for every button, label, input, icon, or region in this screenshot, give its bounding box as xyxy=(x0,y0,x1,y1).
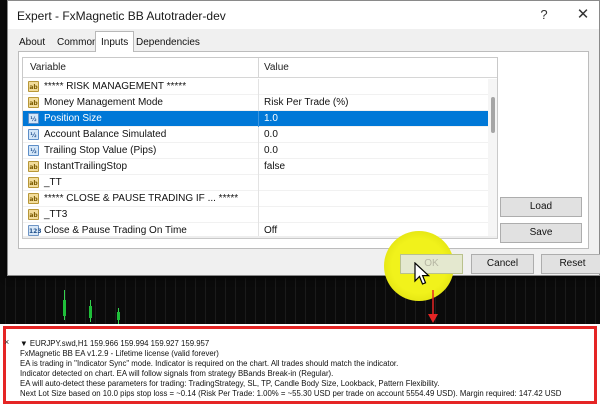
grid-header: Variable Value xyxy=(23,58,497,78)
cell-divider xyxy=(258,111,259,127)
integer-type-icon: 123 xyxy=(28,225,42,236)
dialog-title: Expert - FxMagnetic BB Autotrader-dev xyxy=(17,9,226,23)
grid-row[interactable]: ab ***** CLOSE & PAUSE TRADING IF ... ***… xyxy=(23,191,488,207)
string-type-icon: ab xyxy=(28,209,39,220)
row-variable: Account Balance Simulated xyxy=(44,129,167,140)
tab-about[interactable]: About xyxy=(14,33,50,52)
panel-close-icon[interactable]: × xyxy=(4,337,9,347)
row-value[interactable]: 1.0 xyxy=(264,113,278,124)
cell-divider xyxy=(258,79,259,95)
cell-divider xyxy=(258,95,259,111)
log-line: FxMagnetic BB EA v1.2.9 - Lifetime licen… xyxy=(20,349,219,358)
double-type-icon: ½ xyxy=(28,113,39,124)
row-value[interactable]: false xyxy=(264,161,285,172)
double-type-icon: ½ xyxy=(28,145,39,156)
row-variable: _TT xyxy=(44,177,62,188)
string-type-icon: ab xyxy=(28,177,39,188)
grid-row[interactable]: ab InstantTrailingStop false xyxy=(23,159,488,175)
log-line: Indicator detected on chart. EA will fol… xyxy=(20,369,334,378)
grid-row[interactable]: ½ Account Balance Simulated 0.0 xyxy=(23,127,488,143)
help-button[interactable]: ? xyxy=(530,5,558,25)
inputs-grid: Variable Value ab ***** RISK MANAGEMENT *… xyxy=(22,57,498,239)
title-bar[interactable]: Expert - FxMagnetic BB Autotrader-dev ? … xyxy=(8,1,599,29)
row-variable: _TT3 xyxy=(44,209,68,220)
cancel-button[interactable]: Cancel xyxy=(471,254,534,274)
scrollbar-thumb[interactable] xyxy=(491,97,495,133)
row-variable: Position Size xyxy=(44,113,102,124)
log-line: EA will auto-detect these parameters for… xyxy=(20,379,440,388)
row-variable: ***** CLOSE & PAUSE TRADING IF ... ***** xyxy=(44,193,239,204)
cell-divider xyxy=(258,127,259,143)
grid-row[interactable]: ½ Position Size 1.0 xyxy=(23,111,488,127)
column-divider[interactable] xyxy=(258,58,259,78)
journal-log-panel: × ▼ EURJPY.swd,H1 159.966 159.994 159.92… xyxy=(0,324,600,407)
ok-button[interactable]: OK xyxy=(400,254,463,274)
row-value[interactable]: Risk Per Trade (%) xyxy=(264,97,348,108)
log-line: Next Lot Size based on 10.0 pips stop lo… xyxy=(20,389,562,398)
red-arrow-down-icon xyxy=(428,290,438,323)
grid-row[interactable]: ½ Trailing Stop Value (Pips) 0.0 xyxy=(23,143,488,159)
grid-row[interactable]: ab _TT xyxy=(23,175,488,191)
row-variable: Trailing Stop Value (Pips) xyxy=(44,145,157,156)
column-header-value[interactable]: Value xyxy=(264,62,289,73)
cell-divider xyxy=(258,175,259,191)
cell-divider xyxy=(258,207,259,223)
candle xyxy=(63,300,66,316)
log-line: EA is trading in "Indicator Sync" mode. … xyxy=(20,359,399,368)
grid-rows: ab ***** RISK MANAGEMENT ***** ab Money Man… xyxy=(23,79,488,238)
vertical-scrollbar[interactable] xyxy=(488,79,497,238)
row-variable: Money Management Mode xyxy=(44,97,163,108)
load-button[interactable]: Load xyxy=(500,197,582,217)
row-value[interactable]: Off xyxy=(264,225,277,236)
screen: Expert - FxMagnetic BB Autotrader-dev ? … xyxy=(0,0,600,407)
tab-inputs[interactable]: Inputs xyxy=(95,31,135,52)
save-button[interactable]: Save xyxy=(500,223,582,243)
grid-row[interactable]: ab ***** RISK MANAGEMENT ***** xyxy=(23,79,488,95)
candle xyxy=(117,312,120,320)
log-line-symbol: ▼ EURJPY.swd,H1 159.966 159.994 159.927 … xyxy=(20,339,210,348)
row-value[interactable]: 0.0 xyxy=(264,145,278,156)
cell-divider xyxy=(258,159,259,175)
row-variable: Close & Pause Trading On Time xyxy=(44,225,187,236)
row-variable: InstantTrailingStop xyxy=(44,161,128,172)
mouse-pointer-icon xyxy=(414,262,430,285)
expert-properties-dialog: Expert - FxMagnetic BB Autotrader-dev ? … xyxy=(7,0,600,301)
row-value[interactable]: 0.0 xyxy=(264,129,278,140)
cell-divider xyxy=(258,143,259,159)
reset-button[interactable]: Reset xyxy=(541,254,600,274)
column-header-variable[interactable]: Variable xyxy=(30,62,66,73)
double-type-icon: ½ xyxy=(28,129,39,140)
string-type-icon: ab xyxy=(28,193,39,204)
tab-dependencies[interactable]: Dependencies xyxy=(131,33,205,52)
grid-row[interactable]: ab Money Management Mode Risk Per Trade (%… xyxy=(23,95,488,111)
candle xyxy=(89,306,92,318)
close-button[interactable]: ✕ xyxy=(569,5,597,25)
string-type-icon: ab xyxy=(28,161,39,172)
cell-divider xyxy=(258,191,259,207)
string-type-icon: ab xyxy=(28,97,39,108)
string-type-icon: ab xyxy=(28,81,39,92)
grid-row[interactable]: ab _TT3 xyxy=(23,207,488,223)
row-variable: ***** RISK MANAGEMENT ***** xyxy=(44,81,187,92)
